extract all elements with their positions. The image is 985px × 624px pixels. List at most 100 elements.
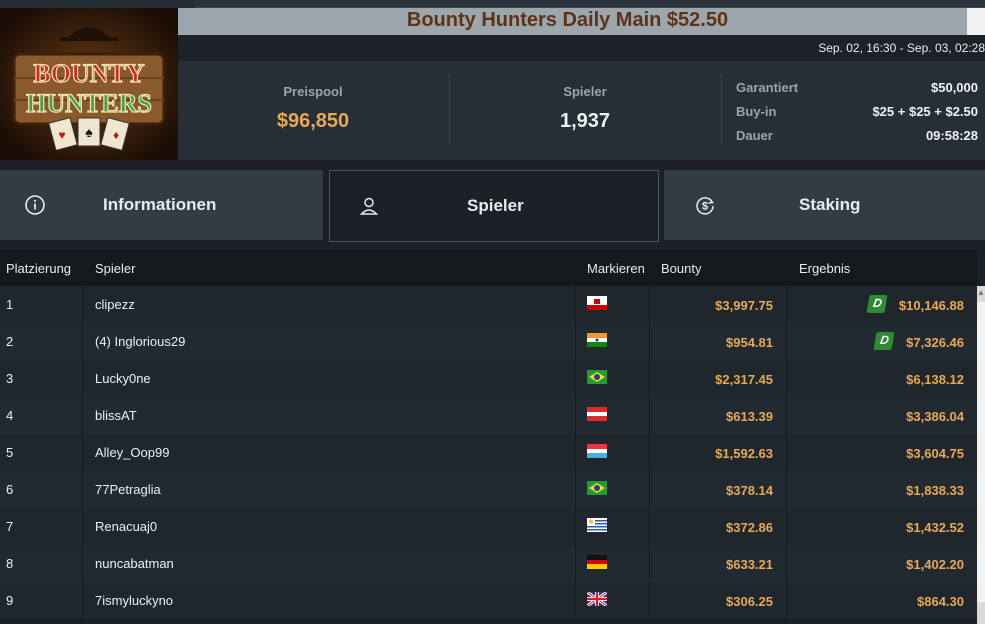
cell-divider — [786, 545, 787, 582]
table-row[interactable]: 7 Renacuaj0 $372.86 $1,432.52 — [0, 508, 977, 546]
row-result: $864.30 — [917, 594, 964, 609]
luxembourg-flag-icon[interactable] — [587, 444, 607, 458]
row-place: 3 — [6, 371, 14, 386]
stats-panel: Preispool $96,850 Spieler 1,937 Garantie… — [178, 61, 985, 160]
row-player[interactable]: Renacuaj0 — [95, 519, 157, 534]
cell-divider — [82, 545, 83, 582]
cell-divider — [575, 360, 576, 397]
svg-text:♦: ♦ — [113, 128, 119, 142]
table-row[interactable]: 2 (4) Inglorious29 $954.81 D $7,326.46 — [0, 323, 977, 361]
cell-divider — [82, 360, 83, 397]
cell-divider — [575, 582, 576, 619]
cell-divider — [82, 286, 83, 323]
row-player[interactable]: blissAT — [95, 408, 137, 423]
row-place: 2 — [6, 334, 14, 349]
germany-flag-icon[interactable] — [587, 555, 607, 569]
india-flag-icon[interactable] — [587, 333, 607, 347]
col-markieren[interactable]: Markieren — [587, 261, 645, 276]
tournament-title: Bounty Hunters Daily Main $52.50 — [406, 9, 729, 31]
tournament-logo: BOUNTY HUNTERS ♠ ♥ ♦ — [0, 8, 178, 160]
table-row[interactable]: 6 77Petraglia $378.14 $1,838.33 — [0, 471, 977, 509]
cell-divider — [575, 323, 576, 360]
detail-value: $25 + $25 + $2.50 — [872, 104, 978, 119]
row-player[interactable]: Alley_Oop99 — [95, 445, 169, 460]
austria-flag-icon[interactable] — [587, 407, 607, 421]
gibraltar-flag-icon[interactable] — [587, 296, 607, 310]
brazil-flag-icon[interactable] — [587, 370, 607, 384]
row-player[interactable]: Lucky0ne — [95, 371, 151, 386]
row-result: $10,146.88 — [898, 298, 964, 313]
cell-divider — [82, 508, 83, 545]
row-player[interactable]: nuncabatman — [95, 556, 174, 571]
scrollbar[interactable]: ▲ — [977, 286, 985, 624]
cell-divider — [786, 397, 787, 434]
row-bounty: $613.39 — [726, 409, 773, 424]
svg-text:$: $ — [702, 201, 708, 213]
row-bounty: $954.81 — [726, 335, 773, 350]
row-bounty: $372.86 — [726, 520, 773, 535]
row-result: $1,432.52 — [906, 520, 964, 535]
col-bounty[interactable]: Bounty — [661, 261, 701, 276]
cell-divider — [575, 434, 576, 471]
col-platzierung[interactable]: Platzierung — [6, 261, 71, 276]
row-place: 9 — [6, 593, 14, 608]
cell-divider — [786, 471, 787, 508]
user-icon — [359, 197, 379, 215]
cell-divider — [575, 471, 576, 508]
row-bounty: $633.21 — [726, 557, 773, 572]
row-result: $1,402.20 — [906, 557, 964, 572]
row-player[interactable]: 7ismyluckyno — [95, 593, 173, 608]
detail-key: Buy-in — [736, 104, 777, 119]
row-player[interactable]: (4) Inglorious29 — [95, 334, 185, 349]
cell-divider — [575, 286, 576, 323]
row-bounty: $2,317.45 — [715, 372, 773, 387]
logo-hunters-text: HUNTERS — [26, 89, 152, 118]
row-bounty: $1,592.63 — [715, 446, 773, 461]
scroll-thumb[interactable] — [977, 302, 985, 602]
uk-flag-icon[interactable] — [587, 592, 607, 606]
table-row[interactable]: 8 nuncabatman $633.21 $1,402.20 — [0, 545, 977, 583]
row-player[interactable]: 77Petraglia — [95, 482, 161, 497]
scroll-up-icon[interactable]: ▲ — [977, 288, 985, 298]
row-bounty: $3,997.75 — [715, 298, 773, 313]
row-bounty: $378.14 — [726, 483, 773, 498]
row-player[interactable]: clipezz — [95, 297, 135, 312]
row-place: 5 — [6, 445, 14, 460]
cell-divider — [786, 286, 787, 323]
cell-divider — [649, 471, 650, 508]
deal-badge-icon: D — [866, 295, 888, 313]
tab-staking[interactable]: $ Staking — [664, 170, 985, 240]
divider — [449, 75, 450, 145]
col-ergebnis[interactable]: Ergebnis — [799, 261, 850, 276]
prizepool-value: $96,850 — [276, 110, 350, 132]
detail-key: Dauer — [736, 128, 773, 143]
cell-divider — [649, 545, 650, 582]
cell-divider — [649, 434, 650, 471]
cell-divider — [786, 582, 787, 619]
brazil-flag-icon[interactable] — [587, 481, 607, 495]
cell-divider — [786, 360, 787, 397]
cell-divider — [575, 545, 576, 582]
table-row[interactable]: 4 blissAT $613.39 $3,386.04 — [0, 397, 977, 435]
players-value: 1,937 — [559, 110, 611, 132]
table-row[interactable]: 1 clipezz $3,997.75 D $10,146.88 — [0, 286, 977, 324]
prizepool-label: Preispool — [283, 84, 343, 99]
logo-bounty-text: BOUNTY — [33, 59, 144, 88]
col-spieler[interactable]: Spieler — [95, 261, 135, 276]
info-icon — [25, 195, 45, 215]
row-result: $6,138.12 — [906, 372, 964, 387]
tab-bar: Informationen Spieler $ Staking — [0, 170, 985, 242]
tab-informationen[interactable]: Informationen — [0, 170, 323, 240]
table-row[interactable]: 5 Alley_Oop99 $1,592.63 $3,604.75 — [0, 434, 977, 472]
table-row[interactable]: 9 7ismyluckyno $306.25 $864.30 — [0, 582, 977, 620]
cell-divider — [649, 397, 650, 434]
players-stat: Spieler 1,937 — [480, 61, 690, 160]
staking-icon: $ — [696, 197, 714, 215]
row-place: 7 — [6, 519, 14, 534]
table-row[interactable]: 3 Lucky0ne $2,317.45 $6,138.12 — [0, 360, 977, 398]
table-header: Platzierung Spieler Markieren Bounty Erg… — [0, 250, 977, 286]
detail-key: Garantiert — [736, 80, 799, 95]
uruguay-flag-icon[interactable] — [587, 518, 607, 532]
tab-spieler[interactable]: Spieler — [329, 170, 659, 242]
cell-divider — [575, 397, 576, 434]
